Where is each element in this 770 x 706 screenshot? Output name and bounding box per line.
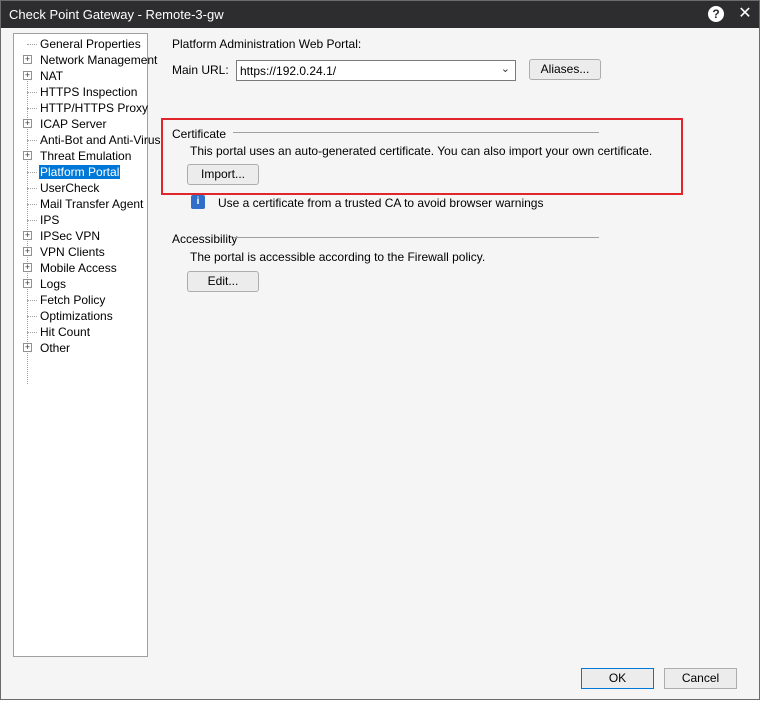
tree-item-label: Hit Count: [40, 325, 91, 339]
edit-button[interactable]: Edit...: [187, 271, 259, 292]
tree-item-https-inspection[interactable]: HTTPS Inspection: [14, 84, 147, 100]
tree-item-label: VPN Clients: [40, 245, 105, 259]
main-url-dropdown[interactable]: https://192.0.24.1/ ⌄: [236, 60, 516, 81]
tree-item-threat-emulation[interactable]: + Threat Emulation: [14, 148, 147, 164]
certificate-info-text: Use a certificate from a trusted CA to a…: [218, 196, 544, 210]
tree-item-optimizations[interactable]: Optimizations: [14, 308, 147, 324]
tree-connector: [27, 332, 37, 333]
certificate-highlight-box: [161, 118, 683, 195]
tree-item-ips[interactable]: IPS: [14, 212, 147, 228]
gateway-properties-window: Check Point Gateway - Remote-3-gw ? ✕ Ge…: [0, 0, 760, 700]
main-url-value: https://192.0.24.1/: [240, 64, 337, 78]
tree-connector: [27, 92, 37, 93]
tree-item-mail-transfer-agent[interactable]: Mail Transfer Agent: [14, 196, 147, 212]
tree-item-platform-portal[interactable]: Platform Portal: [14, 164, 147, 180]
tree-item-other[interactable]: + Other: [14, 340, 147, 356]
tree-item-label: Threat Emulation: [40, 149, 132, 163]
expand-icon[interactable]: +: [23, 343, 32, 352]
tree-item-http-https-proxy[interactable]: HTTP/HTTPS Proxy: [14, 100, 149, 116]
tree-connector: [27, 44, 37, 45]
title-bar[interactable]: Check Point Gateway - Remote-3-gw ? ✕: [1, 1, 759, 28]
main-url-label: Main URL:: [172, 63, 229, 77]
close-icon[interactable]: ✕: [736, 4, 754, 24]
navigation-tree[interactable]: General Properties + Network Management + NA…: [13, 33, 161, 657]
tree-item-label: HTTP/HTTPS Proxy: [40, 101, 149, 115]
background-edge: [760, 0, 770, 706]
info-icon: i: [191, 195, 205, 209]
tree-item-label: Optimizations: [40, 309, 113, 323]
tree-item-label: Platform Portal: [39, 165, 121, 179]
accessibility-heading: Accessibility: [172, 232, 238, 246]
tree-item-label: Logs: [40, 277, 67, 291]
expand-icon[interactable]: +: [23, 151, 32, 160]
tree-item-label: UserCheck: [40, 181, 100, 195]
tree-item-label: Network Management: [40, 53, 158, 67]
help-icon[interactable]: ?: [708, 6, 724, 22]
tree-item-nat[interactable]: + NAT: [14, 68, 147, 84]
tree-item-label: Anti-Bot and Anti-Virus: [40, 133, 161, 147]
tree-item-fetch-policy[interactable]: Fetch Policy: [14, 292, 147, 308]
aliases-button[interactable]: Aliases...: [529, 59, 601, 80]
tree-item-label: Other: [40, 341, 71, 355]
tree-item-usercheck[interactable]: UserCheck: [14, 180, 147, 196]
expand-icon[interactable]: +: [23, 247, 32, 256]
tree-item-label: ICAP Server: [40, 117, 107, 131]
tree-connector: [27, 220, 37, 221]
tree-connector: [27, 316, 37, 317]
ok-button[interactable]: OK: [581, 668, 654, 689]
tree-connector: [27, 140, 37, 141]
tree-item-label: NAT: [40, 69, 64, 83]
expand-icon[interactable]: +: [23, 55, 32, 64]
tree-item-anti-bot-and-anti-virus[interactable]: Anti-Bot and Anti-Virus: [14, 132, 161, 148]
tree-item-hit-count[interactable]: Hit Count: [14, 324, 147, 340]
tree-item-general-properties[interactable]: General Properties: [14, 36, 147, 52]
window-title: Check Point Gateway - Remote-3-gw: [9, 7, 224, 22]
tree-connector: [27, 300, 37, 301]
chevron-down-icon[interactable]: ⌄: [501, 62, 510, 75]
tree-item-label: Mobile Access: [40, 261, 117, 275]
tree-connector: [27, 108, 37, 109]
tree-item-label: IPSec VPN: [40, 229, 101, 243]
accessibility-divider: [233, 237, 599, 238]
tree-connector: [27, 172, 37, 173]
expand-icon[interactable]: +: [23, 263, 32, 272]
tree-item-network-management[interactable]: + Network Management: [14, 52, 157, 68]
tree-item-label: HTTPS Inspection: [40, 85, 138, 99]
expand-icon[interactable]: +: [23, 231, 32, 240]
tree-item-ipsec-vpn[interactable]: + IPSec VPN: [14, 228, 147, 244]
tree-item-icap-server[interactable]: + ICAP Server: [14, 116, 147, 132]
tree-item-label: General Properties: [40, 37, 141, 51]
tree-connector: [27, 188, 37, 189]
tree-item-logs[interactable]: + Logs: [14, 276, 147, 292]
expand-icon[interactable]: +: [23, 71, 32, 80]
tree-connector: [27, 204, 37, 205]
tree-item-label: IPS: [40, 213, 60, 227]
portal-heading: Platform Administration Web Portal:: [172, 37, 362, 51]
tree-item-label: Mail Transfer Agent: [40, 197, 144, 211]
cancel-button[interactable]: Cancel: [664, 668, 737, 689]
expand-icon[interactable]: +: [23, 119, 32, 128]
tree-item-label: Fetch Policy: [40, 293, 106, 307]
expand-icon[interactable]: +: [23, 279, 32, 288]
tree-item-mobile-access[interactable]: + Mobile Access: [14, 260, 147, 276]
accessibility-description: The portal is accessible according to th…: [190, 250, 486, 264]
background-bottom-edge: [0, 700, 770, 706]
tree-item-vpn-clients[interactable]: + VPN Clients: [14, 244, 147, 260]
